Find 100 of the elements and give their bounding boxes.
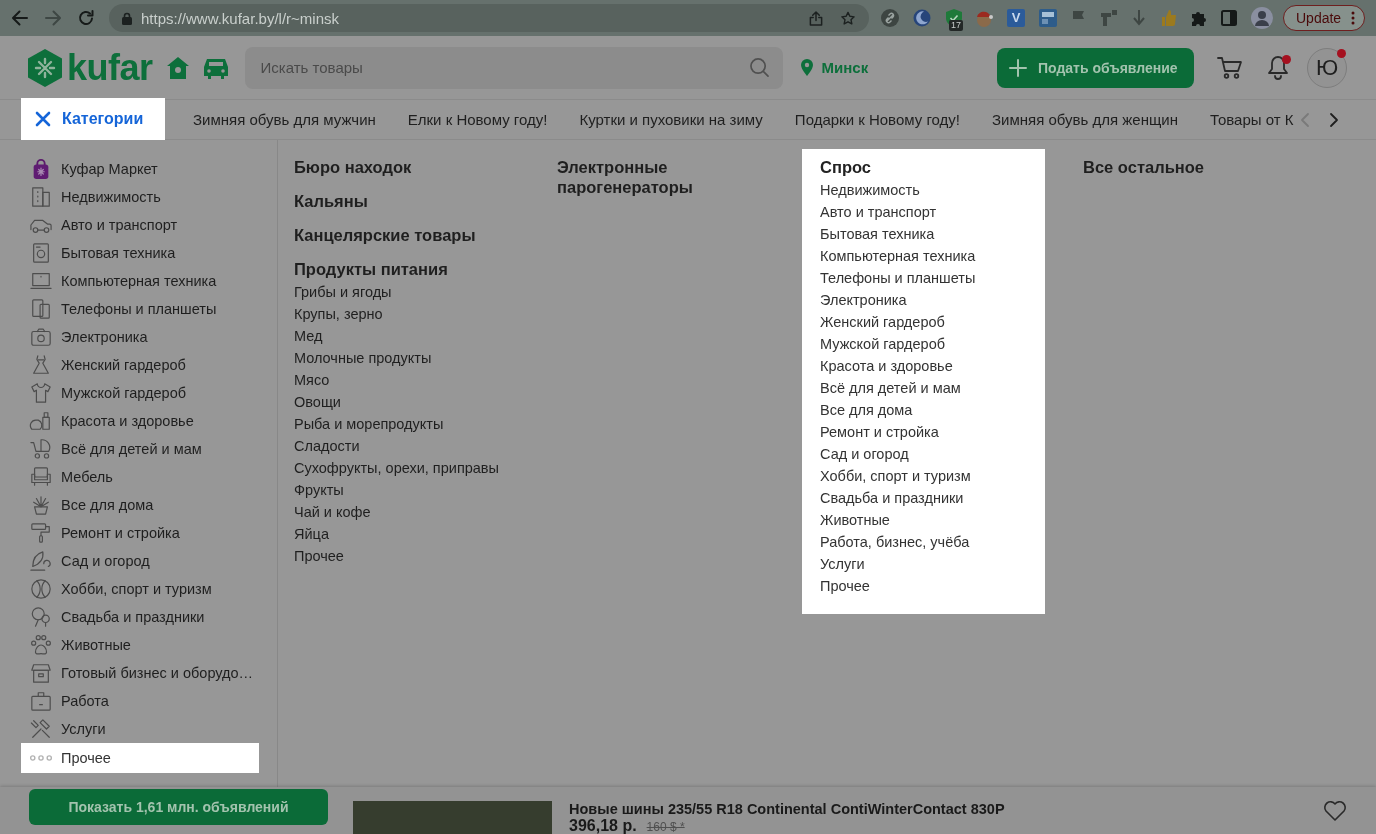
tools-icon — [30, 718, 52, 740]
subcategory-link[interactable]: Рыба и морепродукты — [294, 413, 501, 435]
back-arrow-icon[interactable] — [12, 10, 28, 26]
subcategory-link[interactable]: Мужской гардероб — [820, 333, 1027, 355]
cap-icon[interactable] — [975, 9, 993, 27]
picture-icon[interactable] — [1039, 9, 1057, 27]
subcategory-link[interactable]: Сладости — [294, 435, 501, 457]
crescent-icon[interactable] — [913, 9, 931, 27]
quick-link[interactable]: Куртки и пуховики на зиму — [579, 111, 763, 128]
subcategory-link[interactable]: Мед — [294, 325, 501, 347]
category-heading[interactable]: Электронные парогенераторы — [557, 157, 764, 197]
subcategory-link[interactable]: Работа, бизнес, учёба — [820, 531, 1027, 553]
subcategory-link[interactable]: Фрукты — [294, 479, 501, 501]
quick-link[interactable]: Подарки к Новому году! — [794, 111, 960, 128]
address-bar[interactable]: https://www.kufar.by/l/r~minsk — [109, 4, 869, 32]
side-panel-icon[interactable] — [1221, 10, 1237, 26]
subcategory-link[interactable]: Чай и кофе — [294, 501, 501, 523]
subcategory-link[interactable]: Электроника — [820, 289, 1027, 311]
category-link[interactable]: Хобби, спорт и туризм — [21, 575, 259, 603]
category-heading[interactable]: Бюро находок — [294, 157, 501, 177]
extension-tile[interactable]: V — [1007, 9, 1025, 27]
house-icon[interactable] — [166, 56, 189, 79]
category-link[interactable]: Мужской гардероб — [21, 379, 259, 407]
category-link[interactable]: Работа — [21, 687, 259, 715]
subcategory-link[interactable]: Грибы и ягоды — [294, 281, 501, 303]
quick-link[interactable]: Елки к Новому году! — [407, 111, 548, 128]
profile-avatar[interactable]: Ю — [1307, 47, 1347, 88]
category-link[interactable]: Ремонт и стройка — [21, 519, 259, 547]
bell-icon[interactable] — [1268, 56, 1288, 79]
category-link[interactable]: Всё для детей и мам — [21, 435, 259, 463]
subcategory-link[interactable]: Хобби, спорт и туризм — [820, 465, 1027, 487]
category-link[interactable]: Женский гардероб — [21, 351, 259, 379]
category-link[interactable]: Электроника — [21, 323, 259, 351]
star-icon[interactable] — [841, 10, 855, 26]
category-heading[interactable]: Канцелярские товары — [294, 225, 501, 245]
category-heading[interactable]: Продукты питания — [294, 259, 501, 279]
category-link[interactable]: Прочее — [21, 743, 259, 773]
category-link[interactable]: Недвижимость — [21, 183, 259, 211]
category-link[interactable]: Телефоны и планшеты — [21, 295, 259, 323]
avatar-icon[interactable] — [1251, 7, 1273, 29]
category-link[interactable]: Куфар Маркет — [21, 155, 259, 183]
quick-link[interactable]: Зимняя обувь для мужчин — [193, 111, 376, 128]
cart-icon[interactable] — [1218, 56, 1242, 79]
subcategory-link[interactable]: Все для дома — [820, 399, 1027, 421]
quick-link[interactable]: Зимняя обувь для женщин — [991, 111, 1178, 128]
subcategory-link[interactable]: Свадьба и праздники — [820, 487, 1027, 509]
category-heading[interactable]: Все остальное — [1083, 157, 1290, 177]
subcategory-link[interactable]: Компьютерная техника — [820, 245, 1027, 267]
category-link[interactable]: Мебель — [21, 463, 259, 491]
subcategory-link[interactable]: Всё для детей и мам — [820, 377, 1027, 399]
subcategory-link[interactable]: Прочее — [820, 575, 1027, 597]
search-field[interactable]: Искать товары — [244, 46, 783, 89]
category-link[interactable]: Компьютерная техника — [21, 267, 259, 295]
category-link[interactable]: Авто и транспорт — [21, 211, 259, 239]
category-link[interactable]: Все для дома — [21, 491, 259, 519]
subcategory-link[interactable]: Мясо — [294, 369, 501, 391]
quick-link[interactable]: Товары от К — [1209, 111, 1294, 128]
blocks-icon[interactable] — [1101, 10, 1117, 26]
subcategory-link[interactable]: Молочные продукты — [294, 347, 501, 369]
subcategory-link[interactable]: Авто и транспорт — [820, 201, 1027, 223]
category-heading[interactable]: Спрос — [820, 157, 1027, 177]
subcategory-link[interactable]: Животные — [820, 509, 1027, 531]
down-arrow-icon[interactable] — [1131, 10, 1147, 26]
post-ad-button[interactable]: Подать объявление — [997, 47, 1194, 88]
category-heading[interactable]: Кальяны — [294, 191, 501, 211]
subcategory-link[interactable]: Услуги — [820, 553, 1027, 575]
subcategory-link[interactable]: Недвижимость — [820, 179, 1027, 201]
share-icon[interactable] — [809, 10, 823, 26]
category-link[interactable]: Сад и огород — [21, 547, 259, 575]
car-icon[interactable] — [202, 56, 229, 79]
categories-button[interactable]: Категории — [21, 98, 165, 140]
category-link[interactable]: Свадьба и праздники — [21, 603, 259, 631]
subcategory-link[interactable]: Сухофрукты, орехи, приправы — [294, 457, 501, 479]
subcategory-link[interactable]: Телефоны и планшеты — [820, 267, 1027, 289]
puzzle-icon[interactable] — [1191, 10, 1207, 26]
show-listings-button[interactable]: Показать 1,61 млн. объявлений — [29, 789, 328, 825]
thumbs-up-icon[interactable] — [1161, 10, 1177, 26]
subcategory-link[interactable]: Прочее — [294, 545, 501, 567]
forward-arrow-icon[interactable] — [45, 10, 61, 26]
subcategory-link[interactable]: Яйца — [294, 523, 501, 545]
listing-title[interactable]: Новые шины 235/55 R18 Continental ContiWinterContact 830P — [569, 801, 1005, 817]
subcategory-link[interactable]: Крупы, зерно — [294, 303, 501, 325]
category-link[interactable]: Красота и здоровье — [21, 407, 259, 435]
category-link[interactable]: Услуги — [21, 715, 259, 743]
subcategory-link[interactable]: Женский гардероб — [820, 311, 1027, 333]
search-icon[interactable] — [749, 57, 769, 77]
category-link[interactable]: Бытовая техника — [21, 239, 259, 267]
listing-price: 396,18 р. — [569, 818, 637, 834]
subcategory-link[interactable]: Овощи — [294, 391, 501, 413]
subcategory-link[interactable]: Сад и огород — [820, 443, 1027, 465]
subcategory-link[interactable]: Ремонт и стройка — [820, 421, 1027, 443]
category-link[interactable]: Готовый бизнес и оборудо… — [21, 659, 259, 687]
category-link[interactable]: Животные — [21, 631, 259, 659]
subcategory-link[interactable]: Бытовая техника — [820, 223, 1027, 245]
chevron-right-icon[interactable] — [1330, 112, 1338, 127]
subcategory-link[interactable]: Красота и здоровье — [820, 355, 1027, 377]
update-button[interactable]: Update — [1283, 5, 1366, 31]
chain-icon[interactable] — [881, 9, 899, 27]
heart-icon[interactable] — [1323, 799, 1347, 821]
reload-icon[interactable] — [78, 10, 94, 26]
